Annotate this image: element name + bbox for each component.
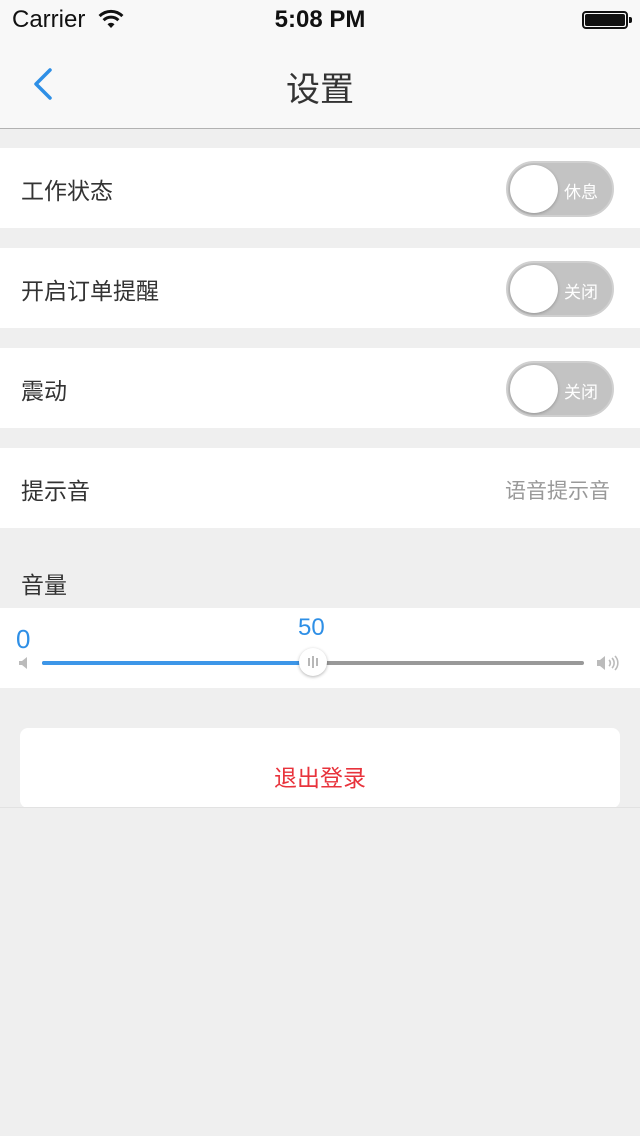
- notification-sound-row[interactable]: 提示音 语音提示音: [0, 448, 640, 528]
- speaker-low-icon: [19, 657, 27, 669]
- speaker-high-icon: [597, 655, 619, 671]
- order-reminder-label: 开启订单提醒: [21, 279, 159, 305]
- toggle-state-text: 休息: [564, 183, 598, 203]
- vibration-toggle[interactable]: 关闭: [506, 361, 614, 417]
- toggle-state-text: 关闭: [564, 383, 598, 403]
- navigation-bar: 设置: [0, 40, 640, 129]
- status-bar: Carrier 5:08 PM: [0, 0, 640, 40]
- volume-slider[interactable]: [42, 648, 584, 676]
- volume-current-value: 50: [298, 614, 325, 641]
- settings-screen: Carrier 5:08 PM 设置 工作状态 休息 开启订单提醒 关闭 震动: [0, 0, 640, 1136]
- order-reminder-row: 开启订单提醒 关闭: [0, 248, 640, 328]
- work-status-row: 工作状态 休息: [0, 148, 640, 228]
- divider: [0, 807, 640, 808]
- notification-sound-label: 提示音: [21, 479, 90, 505]
- volume-min-label: 0: [16, 624, 31, 654]
- work-status-toggle[interactable]: 休息: [506, 161, 614, 217]
- volume-slider-thumb[interactable]: [299, 648, 327, 676]
- work-status-label: 工作状态: [21, 179, 113, 205]
- toggle-knob: [510, 265, 558, 313]
- logout-label: 退出登录: [274, 766, 366, 792]
- page-title: 设置: [286, 70, 354, 110]
- volume-section-header: 音量: [21, 573, 67, 599]
- order-reminder-toggle[interactable]: 关闭: [506, 261, 614, 317]
- toggle-knob: [510, 365, 558, 413]
- volume-slider-fill: [42, 661, 313, 665]
- toggle-state-text: 关闭: [564, 283, 598, 303]
- slider-grip-icon: [308, 656, 318, 668]
- notification-sound-value: 语音提示音: [505, 479, 610, 503]
- logout-button[interactable]: 退出登录: [20, 728, 620, 808]
- toggle-knob: [510, 165, 558, 213]
- clock: 5:08 PM: [274, 6, 366, 33]
- battery-icon: [582, 11, 632, 29]
- vibration-label: 震动: [21, 379, 67, 405]
- volume-row: 0 50: [0, 608, 640, 688]
- vibration-row: 震动 关闭: [0, 348, 640, 428]
